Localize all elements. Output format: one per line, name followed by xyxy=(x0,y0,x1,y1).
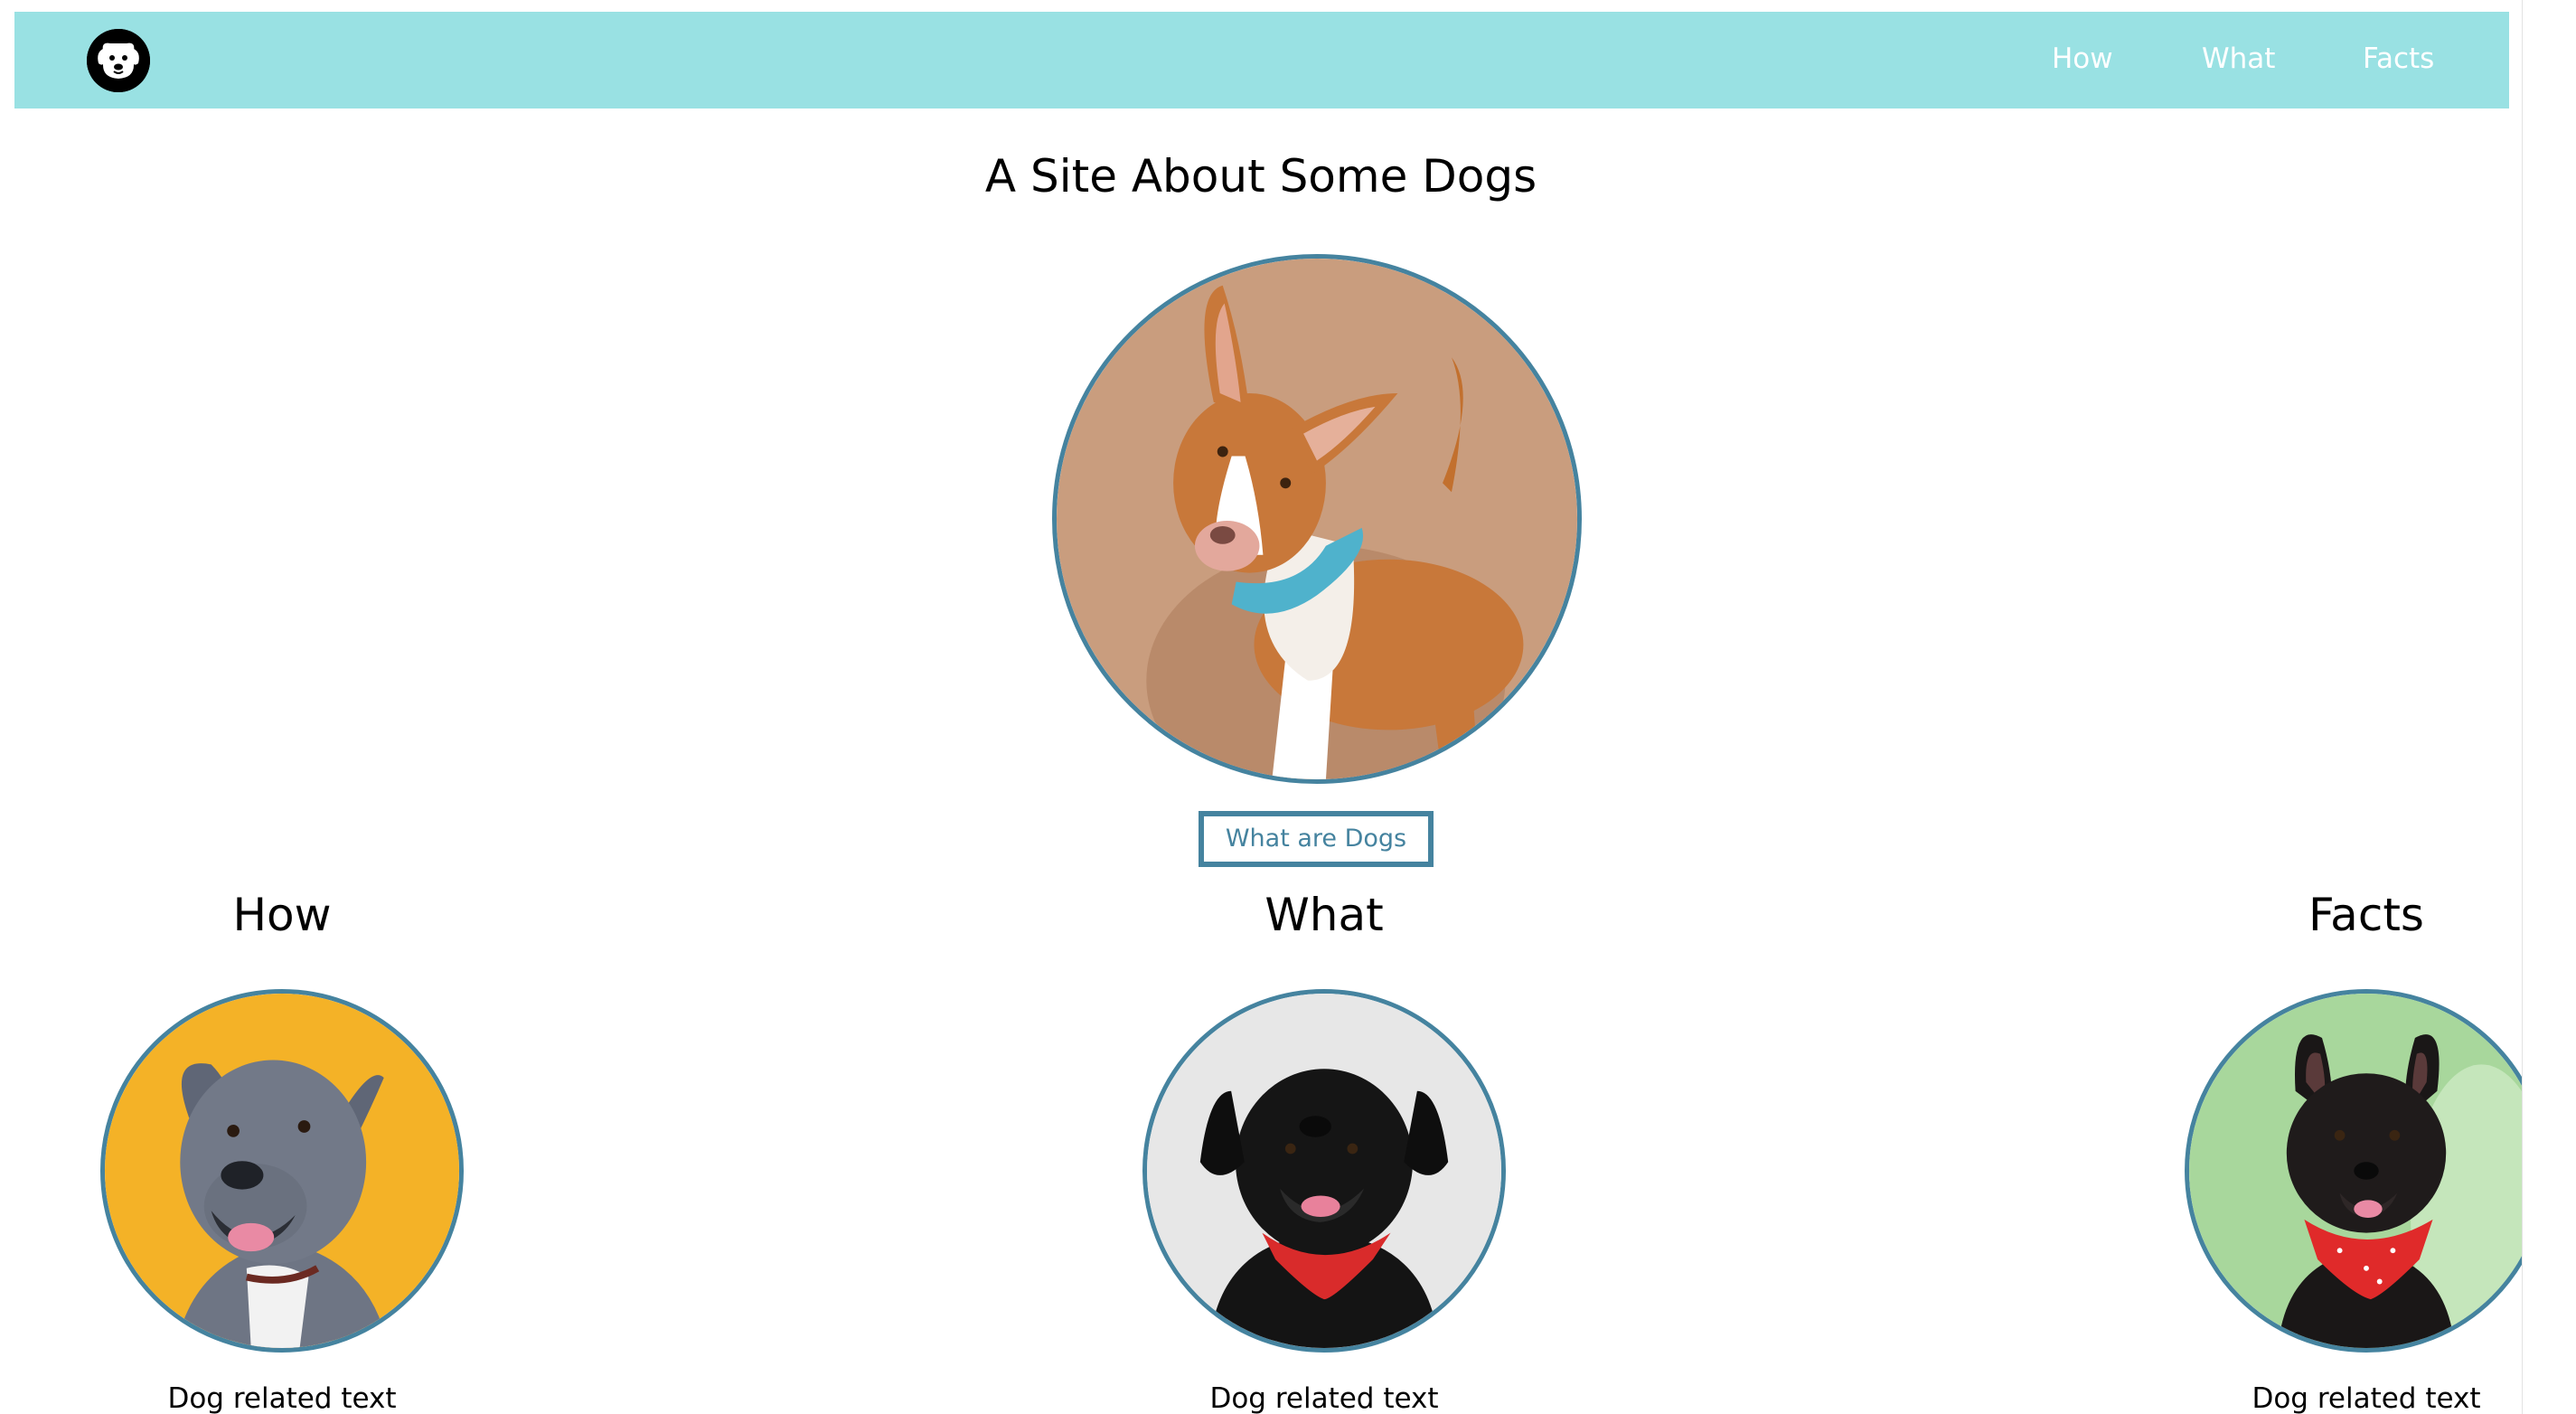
section-heading-facts: Facts xyxy=(2308,889,2424,941)
page-right-edge xyxy=(2522,0,2576,1414)
navbar: How What Facts xyxy=(14,12,2509,108)
nav-link-how[interactable]: How xyxy=(2052,41,2113,77)
section-text-how: Dog related text xyxy=(167,1382,397,1414)
section-text-facts: Dog related text xyxy=(2252,1382,2481,1414)
page-title: A Site About Some Dogs xyxy=(984,150,1537,203)
section-text-what: Dog related text xyxy=(1209,1382,1439,1414)
page: How What Facts A Site About Some Dogs Wh xyxy=(0,0,2576,1414)
what-dog-image xyxy=(1142,989,1506,1353)
section-heading-what: What xyxy=(1264,889,1384,941)
nav-link-what[interactable]: What xyxy=(2202,41,2275,77)
nav-link-facts[interactable]: Facts xyxy=(2363,41,2434,77)
section-heading-how: How xyxy=(232,889,332,941)
facts-dog-image xyxy=(2185,989,2548,1353)
how-dog-image xyxy=(100,989,464,1353)
dog-face-icon[interactable] xyxy=(87,29,150,92)
hero-dog-image xyxy=(1052,254,1582,784)
what-are-dogs-button[interactable]: What are Dogs xyxy=(1199,811,1434,867)
